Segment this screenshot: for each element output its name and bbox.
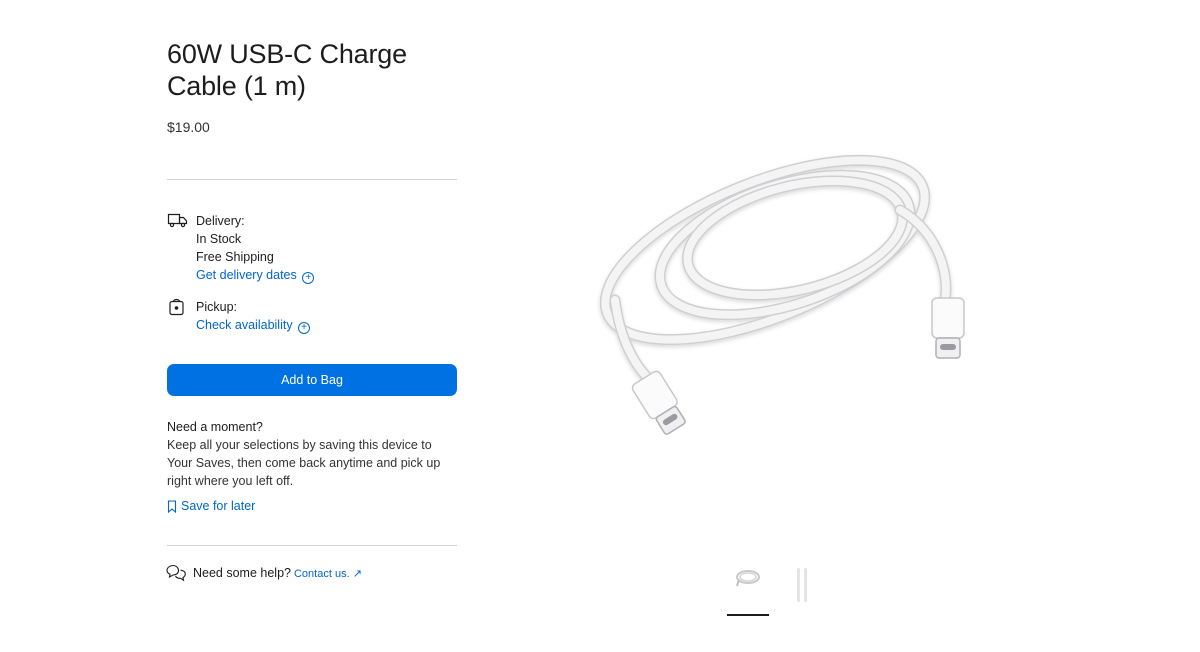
image-thumbnails xyxy=(727,566,823,616)
save-for-later-section: Need a moment? Keep all your selections … xyxy=(167,418,457,515)
bookmark-icon xyxy=(167,499,177,513)
product-page: 60W USB-C Charge Cable (1 m) $19.00 Deli… xyxy=(0,0,1200,652)
thumbnail-connectors[interactable] xyxy=(781,566,823,614)
product-price: $19.00 xyxy=(167,119,210,135)
product-image xyxy=(580,150,980,450)
delivery-shipping: Free Shipping xyxy=(196,250,274,264)
delivery-stock: In Stock xyxy=(196,232,242,246)
contact-us-link[interactable]: Contact us. ↗ xyxy=(294,567,362,580)
add-to-bag-button[interactable]: Add to Bag xyxy=(167,364,457,396)
delivery-section: Delivery: In Stock Free Shipping Get del… xyxy=(167,212,315,284)
truck-icon xyxy=(167,212,189,230)
help-section: Need some help? Contact us. ↗ xyxy=(165,564,362,582)
get-delivery-dates-link[interactable]: Get delivery dates + xyxy=(196,268,315,284)
plus-circle-icon: + xyxy=(298,322,311,334)
shopping-bag-icon xyxy=(167,298,189,316)
moment-title: Need a moment? xyxy=(167,420,263,434)
chat-bubbles-icon xyxy=(166,564,186,582)
save-for-later-link[interactable]: Save for later xyxy=(167,497,457,515)
divider xyxy=(167,179,457,180)
contact-us-label: Contact us. xyxy=(293,567,350,580)
pickup-label: Pickup: xyxy=(196,300,237,314)
help-text: Need some help? xyxy=(193,566,291,580)
external-arrow-icon: ↗ xyxy=(352,567,362,580)
check-availability-link[interactable]: Check availability + xyxy=(196,318,311,334)
pickup-section: Pickup: Check availability + xyxy=(167,298,311,334)
delivery-label: Delivery: xyxy=(196,214,245,228)
thumbnail-coiled-cable[interactable] xyxy=(727,566,769,616)
purchase-panel: 60W USB-C Charge Cable (1 m) $19.00 Deli… xyxy=(166,38,457,582)
moment-body: Keep all your selections by saving this … xyxy=(167,438,441,488)
check-availability-label: Check availability xyxy=(196,318,293,332)
save-for-later-label: Save for later xyxy=(181,499,256,513)
product-title: 60W USB-C Charge Cable (1 m) xyxy=(167,39,407,101)
plus-circle-icon: + xyxy=(302,272,315,284)
get-delivery-dates-label: Get delivery dates xyxy=(196,268,297,282)
divider xyxy=(167,545,457,546)
